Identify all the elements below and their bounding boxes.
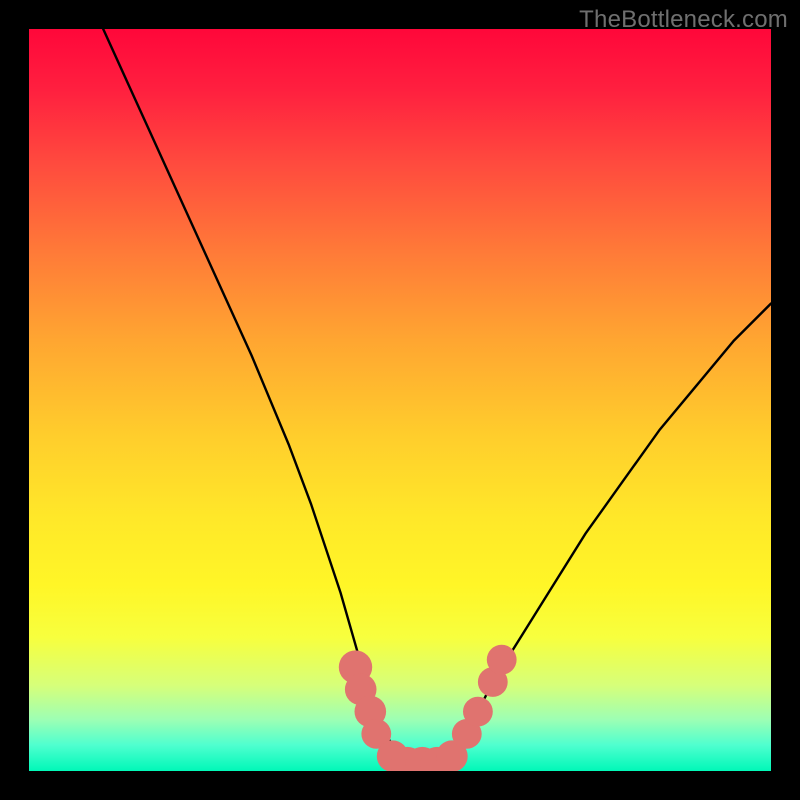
curve-marker xyxy=(463,697,493,727)
curve-marker xyxy=(487,645,517,675)
watermark-text: TheBottleneck.com xyxy=(579,6,788,34)
plot-area xyxy=(29,29,771,771)
chart-frame: TheBottleneck.com xyxy=(0,0,800,800)
curve-markers xyxy=(339,645,517,771)
bottleneck-curve xyxy=(103,29,771,764)
chart-svg xyxy=(29,29,771,771)
